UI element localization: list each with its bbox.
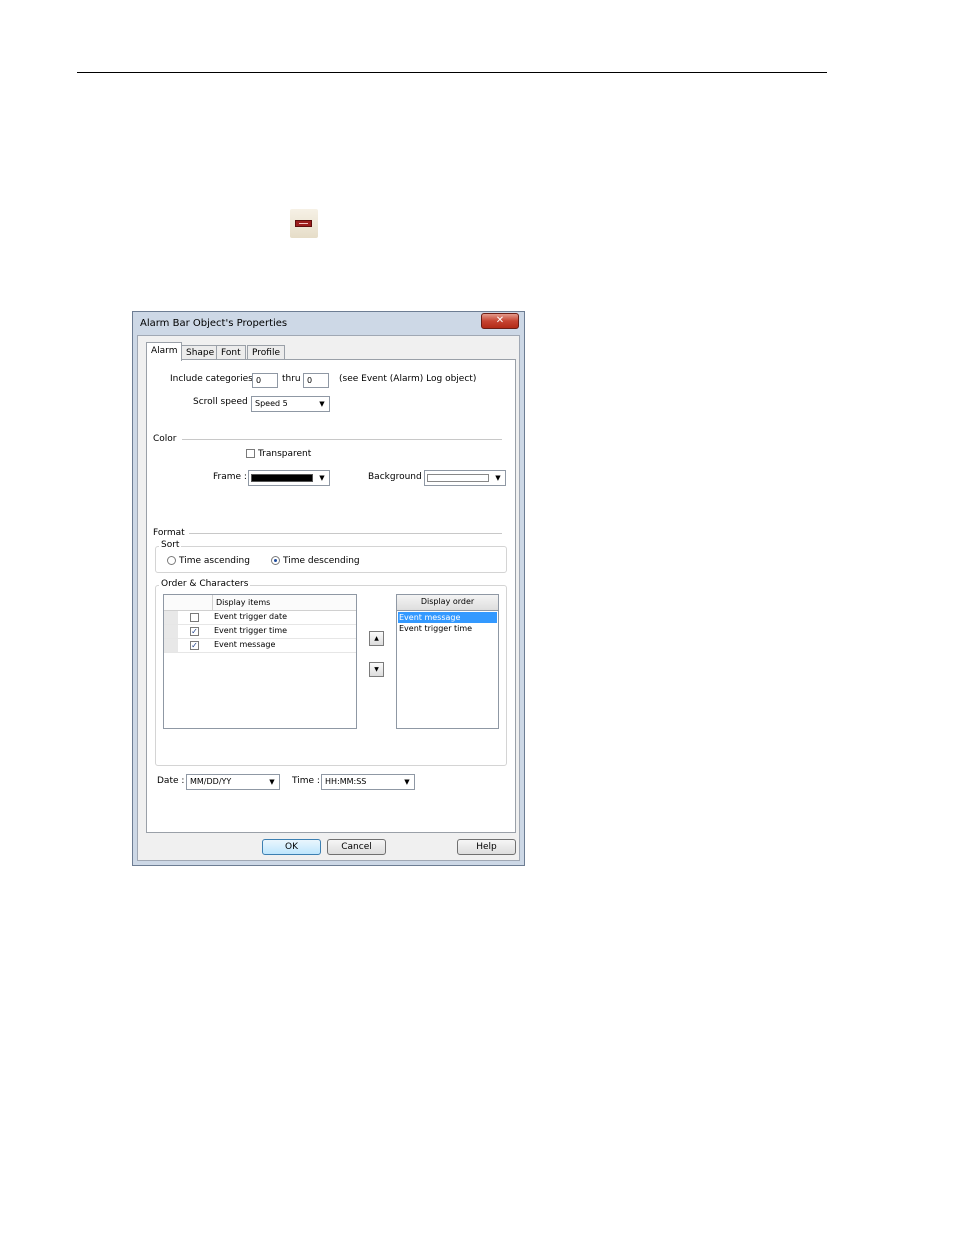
help-button[interactable]: Help <box>457 839 516 855</box>
transparent-label: Transparent <box>258 449 312 459</box>
time-format-value: HH:MM:SS <box>325 777 367 786</box>
chevron-down-icon: ▼ <box>319 474 325 482</box>
date-format-select[interactable]: MM/DD/YY ▼ <box>186 774 280 790</box>
display-item-label: Event trigger date <box>214 612 288 621</box>
display-items-header-row: Display items <box>164 595 356 611</box>
list-item[interactable]: Event trigger date <box>164 611 356 625</box>
ok-button[interactable]: OK <box>262 839 321 855</box>
time-ascending-label: Time ascending <box>179 556 250 566</box>
event-trigger-time-checkbox[interactable]: ✓ <box>190 627 199 636</box>
tab-alarm[interactable]: Alarm <box>146 342 183 361</box>
alarm-bar-tool-icon[interactable] <box>290 209 318 238</box>
display-items-header: Display items <box>216 598 271 607</box>
alarm-tab-panel: Include categories : 0 thru 0 (see Event… <box>146 359 516 833</box>
chevron-down-icon: ▼ <box>495 474 501 482</box>
time-label: Time : <box>292 776 320 786</box>
event-message-checkbox[interactable]: ✓ <box>190 641 199 650</box>
format-section-rule <box>189 533 502 534</box>
tab-profile[interactable]: Profile <box>247 345 285 360</box>
scroll-speed-value: Speed 5 <box>255 399 288 408</box>
list-item[interactable]: ✓ Event trigger time <box>164 625 356 639</box>
dialog-title: Alarm Bar Object's Properties <box>140 318 288 329</box>
event-trigger-date-checkbox[interactable] <box>190 613 199 622</box>
frame-color-swatch <box>251 474 313 482</box>
format-section-title: Format <box>153 528 185 538</box>
category-to-input[interactable]: 0 <box>303 373 329 388</box>
order-characters-title: Order & Characters <box>159 579 251 589</box>
close-icon[interactable]: ✕ <box>481 313 519 329</box>
chevron-down-icon: ▼ <box>404 778 410 786</box>
row-gutter <box>164 611 178 624</box>
time-format-select[interactable]: HH:MM:SS ▼ <box>321 774 415 790</box>
color-section-title: Color <box>153 434 177 444</box>
dialog-client-area: Alarm Shape Font Profile Include categor… <box>137 335 520 861</box>
row-gutter <box>164 639 178 652</box>
thru-label: thru <box>282 374 301 384</box>
date-label: Date : <box>157 776 185 786</box>
tab-font[interactable]: Font <box>216 345 246 360</box>
alarm-bar-glyph <box>295 220 312 227</box>
alarm-bar-properties-dialog: Alarm Bar Object's Properties ✕ Alarm Sh… <box>132 311 525 866</box>
event-log-note: (see Event (Alarm) Log object) <box>339 374 477 384</box>
transparent-checkbox[interactable] <box>246 449 255 458</box>
list-item[interactable]: ✓ Event message <box>164 639 356 653</box>
time-descending-label: Time descending <box>283 556 360 566</box>
row-gutter <box>164 625 178 638</box>
frame-color-select[interactable]: ▼ <box>248 470 330 486</box>
category-from-input[interactable]: 0 <box>252 373 278 388</box>
display-order-item-selected[interactable]: Event message <box>398 612 497 623</box>
frame-label: Frame : <box>213 472 247 482</box>
display-item-label: Event trigger time <box>214 626 288 635</box>
page-top-rule <box>77 72 827 73</box>
cancel-button[interactable]: Cancel <box>327 839 386 855</box>
color-section-rule <box>182 439 502 440</box>
time-descending-radio[interactable] <box>271 556 280 565</box>
chevron-down-icon: ▼ <box>319 400 325 408</box>
scroll-speed-label: Scroll speed : <box>193 397 254 407</box>
display-order-item[interactable]: Event trigger time <box>398 623 497 634</box>
display-order-list[interactable]: Display order Event message Event trigge… <box>396 594 499 729</box>
move-up-button[interactable]: ▲ <box>369 631 384 646</box>
move-down-button[interactable]: ▼ <box>369 662 384 677</box>
background-color-swatch <box>427 474 489 482</box>
display-order-header: Display order <box>397 595 498 611</box>
header-divider <box>212 595 213 610</box>
sort-group-title: Sort <box>159 540 182 550</box>
display-items-list[interactable]: Display items Event trigger date ✓ Event… <box>163 594 357 729</box>
time-ascending-radio[interactable] <box>167 556 176 565</box>
background-color-select[interactable]: ▼ <box>424 470 506 486</box>
tab-shape[interactable]: Shape <box>181 345 220 360</box>
background-label: Background : <box>368 472 428 482</box>
display-item-label: Event message <box>214 640 276 649</box>
include-categories-label: Include categories : <box>170 374 259 384</box>
scroll-speed-select[interactable]: Speed 5 ▼ <box>251 396 330 412</box>
date-format-value: MM/DD/YY <box>190 777 232 786</box>
chevron-down-icon: ▼ <box>269 778 275 786</box>
